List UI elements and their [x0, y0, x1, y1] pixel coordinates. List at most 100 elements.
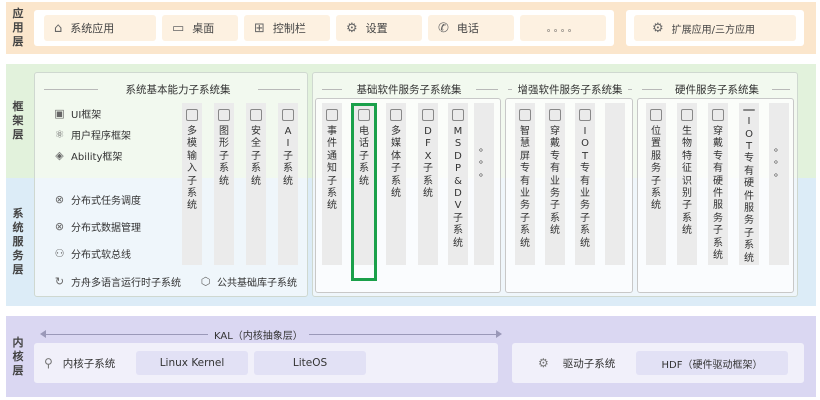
service-item-soft-bus[interactable]: ⚇ 分布式软总线 — [53, 246, 131, 261]
glyph: 屏 — [520, 150, 530, 162]
glyph: 统 — [550, 225, 560, 237]
glyph: P — [454, 163, 462, 175]
subsystem-label: 。。。 — [774, 143, 784, 180]
kal-label: KAL（内核抽象层） — [208, 327, 309, 342]
subsystem-column[interactable] — [605, 103, 625, 265]
glyph: 识 — [682, 175, 692, 187]
glyph: 硬 — [713, 175, 723, 187]
subsystem-column[interactable]: 。。。 — [769, 103, 789, 265]
subsystem-column[interactable]: 生物特征识别子系统 — [677, 103, 697, 265]
app-item-label: 电话 — [456, 22, 479, 35]
glyph: 统 — [682, 225, 692, 237]
kernel-subsystem-item[interactable]: ⚲ 内核子系统 — [44, 351, 115, 375]
framework-item-user-program[interactable]: ⚛ 用户程序框架 — [53, 127, 131, 142]
glyph: 系 — [713, 237, 723, 249]
app-item-label: 控制栏 — [272, 22, 306, 35]
hdf-item[interactable]: HDF（硬件驱动框架） — [636, 351, 788, 375]
driver-subsystem-item[interactable]: ⚙ 驱动子系统 — [538, 351, 615, 375]
glyph: 架 — [12, 114, 24, 127]
glyph: 统 — [187, 200, 197, 212]
service-item-ark-runtime[interactable]: ↻ 方舟多语言运行时子系统 — [53, 274, 181, 289]
glyph: 系 — [580, 225, 590, 237]
linux-kernel-item[interactable]: Linux Kernel — [136, 351, 248, 375]
subsystem-label: 图形子系统 — [219, 126, 229, 188]
subsystem-column[interactable]: 位置服务子系统 — [646, 103, 666, 265]
glyph: O — [745, 128, 753, 140]
subsystem-column[interactable]: 事件通知子系统 — [322, 103, 342, 265]
glyph: 入 — [187, 163, 197, 175]
subsystem-label: 。。。 — [479, 143, 489, 180]
glyph: 用 — [12, 21, 24, 34]
glyph: D — [454, 150, 462, 162]
glyph: 服 — [12, 235, 24, 248]
subsystem-label: DFX子系统 — [423, 126, 433, 200]
glyph: 输 — [187, 150, 197, 162]
glyph: 务 — [713, 212, 723, 224]
glyph: 统 — [251, 175, 261, 187]
app-item-phone[interactable]: ✆ 电话 — [428, 15, 514, 41]
glyph: 子 — [283, 150, 293, 162]
glyph: 系 — [12, 207, 24, 220]
subsystem-column[interactable]: M S D P & D V 子系统 — [448, 103, 468, 265]
glyph: 专 — [520, 163, 530, 175]
glyph: 物 — [682, 138, 692, 150]
group-title-hardware: 硬件服务子系统集 — [675, 84, 759, 96]
subsystem-icon — [650, 109, 662, 121]
subsystem-column[interactable]: AI子系统 — [278, 103, 298, 265]
glyph: 系 — [327, 188, 337, 200]
glyph: I — [747, 116, 751, 128]
service-item-data-management[interactable]: ⊗ 分布式数据管理 — [53, 219, 141, 234]
subsystem-column[interactable]: IOT专有业务子系统 — [575, 103, 595, 265]
glyph: 子 — [744, 227, 754, 239]
glyph: 统 — [423, 188, 433, 200]
app-item-more[interactable]: 。。。。 — [520, 15, 606, 41]
gear-icon: ⚙ — [346, 20, 358, 36]
liteos-item[interactable]: LiteOS — [254, 351, 366, 375]
framework-item-ui[interactable]: ▣ UI框架 — [53, 106, 101, 121]
glyph: 服 — [713, 200, 723, 212]
subsystem-icon — [326, 109, 338, 121]
glyph: 内 — [12, 335, 24, 349]
app-item-system-apps[interactable]: ⌂ 系统应用 — [44, 15, 156, 41]
glyph: F — [425, 138, 431, 150]
app-item-control-bar[interactable]: ⊞ 控制栏 — [244, 15, 330, 41]
subsystem-column[interactable]: 安全子系统 — [246, 103, 266, 265]
service-item-label: 分布式软总线 — [71, 250, 131, 261]
glyph: I — [286, 138, 290, 150]
framework-item-ability[interactable]: ◈ Ability框架 — [53, 148, 122, 163]
subsystem-column[interactable]: 。。。 — [474, 103, 494, 265]
glyph: 系 — [251, 163, 261, 175]
subsystem-column[interactable]: DFX子系统 — [418, 103, 438, 265]
driver-subsystem-label: 驱动子系统 — [562, 357, 616, 370]
glyph: 统 — [283, 175, 293, 187]
app-item-desktop[interactable]: ▭ 桌面 — [162, 15, 238, 41]
subsystem-column[interactable]: 多媒体子系统 — [386, 103, 406, 265]
service-item-common-library[interactable]: ⬡ 公共基础库子系统 — [199, 274, 297, 289]
glyph: 戴 — [713, 138, 723, 150]
subsystem-label: 事件通知子系统 — [327, 126, 337, 213]
subsystem-column[interactable]: 多模输入子系统 — [182, 103, 202, 265]
glyph: X — [424, 150, 432, 162]
app-item-extension[interactable]: ⚙ 扩展应用/三方应用 — [634, 15, 796, 41]
glyph: 专 — [550, 150, 560, 162]
subsystem-column[interactable]: 穿戴专有业务子系统 — [545, 103, 565, 265]
subsystem-column[interactable]: 穿戴专有硬件服务子系统 — [708, 103, 728, 265]
runtime-icon: ↻ — [54, 275, 65, 288]
glyph: 戴 — [550, 138, 560, 150]
service-layer-label: 系统服务层 — [6, 178, 30, 306]
service-item-label: 分布式数据管理 — [71, 223, 141, 234]
service-item-label: 方舟多语言运行时子系统 — [71, 278, 181, 289]
glyph: 务 — [12, 249, 24, 262]
service-item-task-scheduling[interactable]: ⊗ 分布式任务调度 — [53, 192, 141, 207]
subsystem-column[interactable]: 智慧屏专有业务子系统 — [515, 103, 535, 265]
glyph: 模 — [187, 138, 197, 150]
glyph: 。 — [774, 155, 784, 167]
glyph: 统 — [580, 237, 590, 249]
subsystem-icon — [712, 109, 724, 121]
phone-subsystem-highlight — [351, 103, 377, 281]
glyph: 图 — [219, 126, 229, 137]
subsystem-column[interactable]: IOT专有硬件服务子系统 — [739, 103, 759, 265]
glyph: 子 — [713, 225, 723, 237]
subsystem-column[interactable]: 图形子系统 — [214, 103, 234, 265]
app-item-settings[interactable]: ⚙ 设置 — [336, 15, 422, 41]
